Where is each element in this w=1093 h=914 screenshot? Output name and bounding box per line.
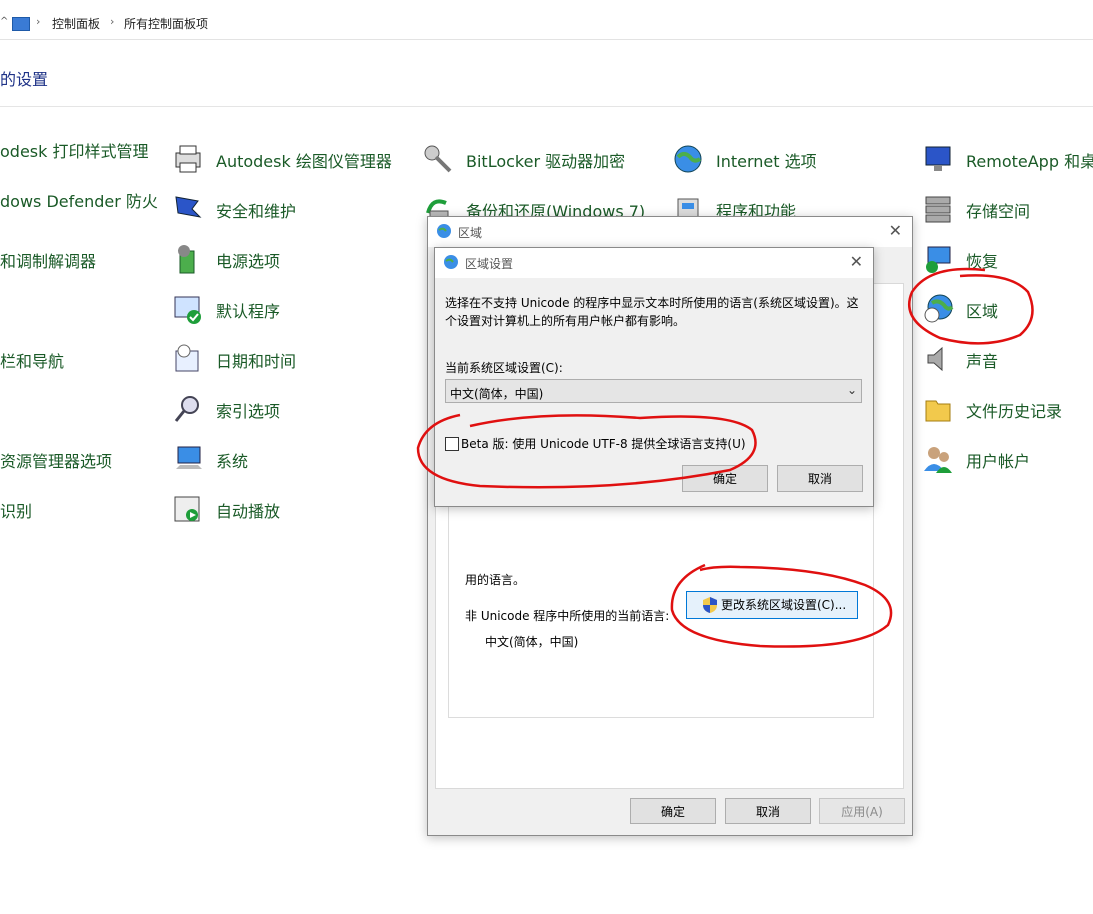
partial-description: 用的语言。 (465, 573, 526, 587)
autoplay-icon (174, 496, 200, 522)
users-icon (924, 447, 952, 473)
change-system-locale-button[interactable]: 更改系统区域设置(C)... (686, 591, 858, 619)
locale-dialog-titlebar[interactable]: 区域设置 ✕ (435, 248, 873, 278)
control-panel-icon (12, 17, 30, 31)
folder-clock-icon (925, 400, 951, 422)
magnifier-icon (174, 396, 199, 422)
globe-icon (674, 145, 702, 173)
battery-icon (178, 245, 195, 274)
calendar-clock-icon (175, 344, 199, 372)
breadcrumb-all-items[interactable]: 所有控制面板项 (124, 15, 208, 32)
locale-description-line1: 选择在不支持 Unicode 的程序中显示文本时所使用的语言(系统区域设置)。这 (445, 296, 859, 310)
close-icon[interactable]: ✕ (889, 221, 902, 240)
region-ok-button[interactable]: 确定 (630, 798, 716, 824)
page-subtitle: 的设置 (0, 70, 49, 89)
locale-cancel-button[interactable]: 取消 (777, 465, 863, 492)
globe-icon (444, 255, 458, 269)
default-programs-icon (174, 296, 201, 324)
current-language-value: 中文(简体，中国) (485, 635, 579, 649)
up-arrow-icon[interactable]: ^ (0, 16, 8, 27)
breadcrumb-control-panel[interactable]: 控制面板 (52, 15, 100, 32)
speaker-icon (927, 346, 943, 372)
cp-item-modem[interactable]: 和调制解调器 (0, 248, 96, 272)
region-apply-button[interactable]: 应用(A) (819, 798, 905, 824)
divider (0, 106, 1093, 107)
region-cancel-button[interactable]: 取消 (725, 798, 811, 824)
key-icon (424, 145, 452, 173)
chevron-down-icon: ⌄ (846, 383, 857, 397)
locale-settings-dialog: 区域设置 ✕ 选择在不支持 Unicode 的程序中显示文本时所使用的语言(系统… (434, 247, 874, 507)
chevron-right-icon: › (36, 15, 41, 28)
address-bar[interactable]: ^ › 控制面板 › 所有控制面板项 (0, 6, 1093, 40)
computer-icon (176, 446, 202, 469)
region-dialog-titlebar[interactable]: 区域 ✕ (428, 217, 912, 247)
system-locale-select[interactable]: 中文(简体，中国) ⌄ (445, 379, 862, 403)
cp-item-speech[interactable]: 识别 (0, 498, 32, 522)
locale-ok-button[interactable]: 确定 (682, 465, 768, 492)
chevron-right-icon: › (110, 15, 115, 28)
cp-item-taskbar[interactable]: 栏和导航 (0, 348, 64, 372)
globe-icon (437, 224, 451, 238)
remote-desktop-icon (925, 146, 951, 171)
close-icon[interactable]: ✕ (850, 252, 863, 271)
current-locale-label: 当前系统区域设置(C): (445, 361, 563, 375)
globe-clock-icon (924, 294, 954, 323)
beta-utf8-checkbox[interactable] (445, 437, 459, 451)
cp-item-explorer-options[interactable]: 资源管理器选项 (0, 448, 112, 472)
uac-shield-icon (703, 597, 717, 613)
beta-utf8-label[interactable]: Beta 版: 使用 Unicode UTF-8 提供全球语言支持(U) (461, 435, 746, 452)
flag-icon (175, 196, 202, 218)
printer-icon (175, 145, 201, 173)
cp-item-windows-defender[interactable]: dows Defender 防火 (0, 188, 158, 212)
cp-item-autodesk-plot-style[interactable]: odesk 打印样式管理 (0, 138, 148, 162)
current-language-label: 非 Unicode 程序中所使用的当前语言: (465, 609, 670, 623)
storage-icon (925, 196, 951, 223)
locale-description-line2: 个设置对计算机上的所有用户帐户都有影响。 (445, 314, 686, 328)
recovery-icon (926, 246, 951, 273)
